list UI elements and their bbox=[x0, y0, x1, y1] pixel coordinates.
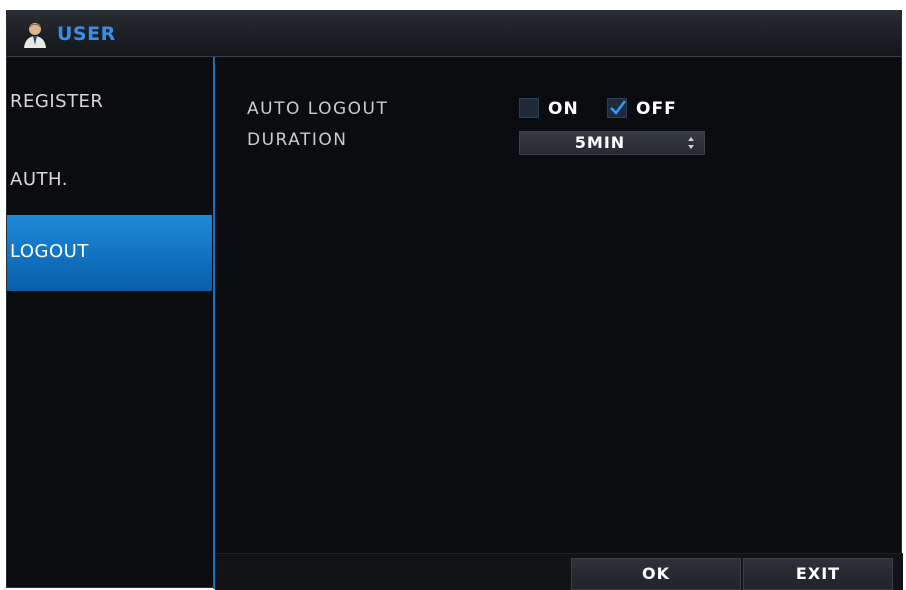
sidebar-item-label: LOGOUT bbox=[10, 241, 89, 262]
sidebar-item-register[interactable]: REGISTER bbox=[7, 57, 212, 133]
spinner-arrows-icon[interactable] bbox=[678, 132, 704, 154]
duration-label: DURATION bbox=[247, 130, 348, 150]
title-bar: USER bbox=[7, 11, 901, 57]
sidebar-item-label: AUTH. bbox=[10, 169, 68, 190]
window-title: USER bbox=[57, 23, 116, 45]
auto-logout-on-checkbox[interactable] bbox=[519, 98, 539, 118]
logout-settings-panel: AUTO LOGOUT ON OFF DURATION 5MIN OK EXIT bbox=[215, 57, 903, 590]
sidebar-item-logout[interactable]: LOGOUT bbox=[7, 215, 212, 291]
exit-button[interactable]: EXIT bbox=[743, 558, 893, 590]
checkmark-icon bbox=[610, 100, 626, 115]
duration-spinner[interactable]: 5MIN bbox=[519, 131, 705, 155]
sidebar: REGISTER AUTH. LOGOUT bbox=[7, 57, 212, 589]
user-icon bbox=[21, 21, 49, 49]
auto-logout-on-label: ON bbox=[548, 99, 579, 119]
duration-value: 5MIN bbox=[574, 133, 626, 152]
auto-logout-off-label: OFF bbox=[636, 99, 677, 119]
auto-logout-label: AUTO LOGOUT bbox=[247, 99, 389, 119]
user-dialog: USER REGISTER AUTH. LOGOUT AUTO LOGOUT O… bbox=[6, 10, 903, 590]
sidebar-item-auth[interactable]: AUTH. bbox=[7, 133, 212, 209]
sidebar-item-label: REGISTER bbox=[10, 91, 104, 112]
bottom-bar: OK EXIT bbox=[215, 553, 903, 590]
auto-logout-off-checkbox[interactable] bbox=[607, 98, 627, 118]
ok-button[interactable]: OK bbox=[571, 558, 741, 590]
